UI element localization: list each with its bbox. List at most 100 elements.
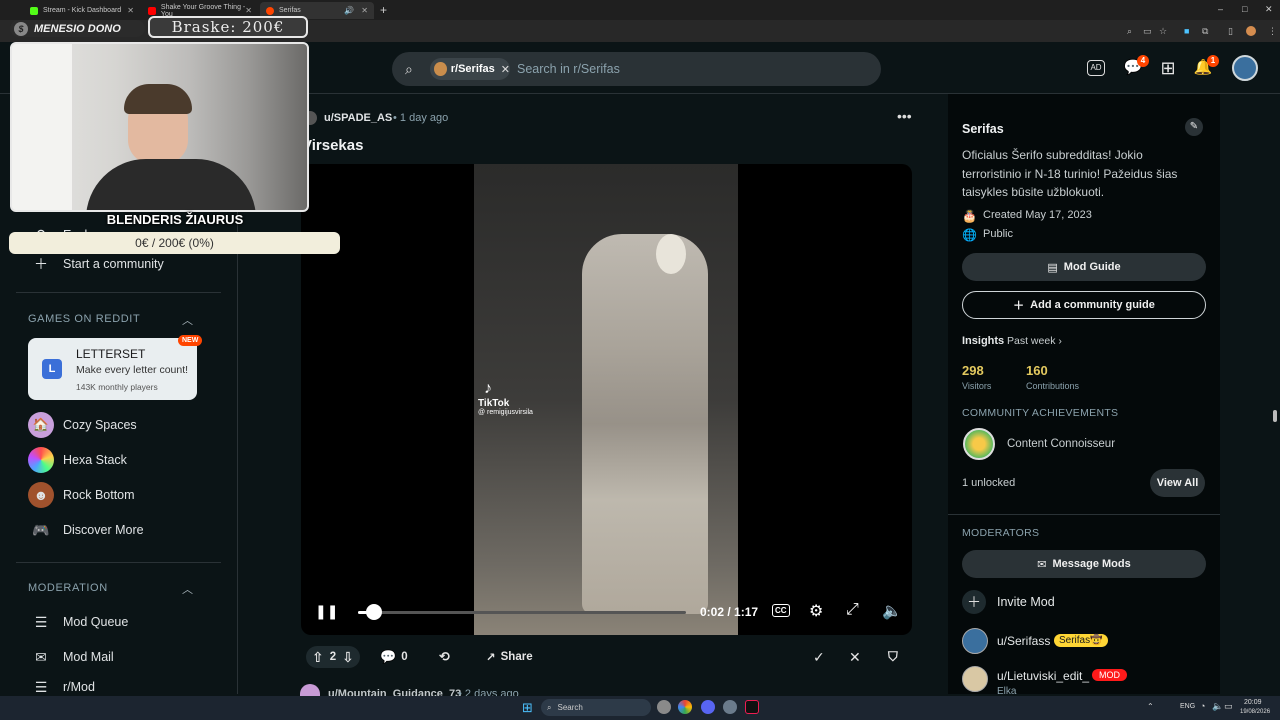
post-more-icon[interactable]: ••• <box>897 108 912 124</box>
obs-icon[interactable] <box>657 700 671 714</box>
invite-plus-icon: ＋ <box>962 590 986 614</box>
game-rock-bottom[interactable]: ☻ Rock Bottom <box>28 482 135 508</box>
wifi-icon[interactable]: ◔ <box>1200 701 1205 711</box>
pause-button[interactable]: ❚❚ <box>315 603 338 620</box>
nav-mod-queue[interactable]: ☰ Mod Queue <box>28 609 129 635</box>
clear-chip-icon[interactable]: ✕ <box>501 63 510 76</box>
advertise-icon[interactable]: AD <box>1087 60 1105 76</box>
vote-buttons: ⇧ 2 ⇩ <box>306 646 360 668</box>
nav-discover-more[interactable]: 🎮 Discover More <box>28 517 143 543</box>
message-mods-button[interactable]: ✉ Message Mods <box>962 550 1206 578</box>
visitors-label: Visitors <box>962 381 992 391</box>
new-tab-button[interactable]: + <box>380 3 387 17</box>
community-description: Oficialus Šerifo subredditas! Jokio terr… <box>962 148 1178 199</box>
volume-tray-icon[interactable]: 🔈 <box>1212 701 1223 712</box>
invite-mod-button[interactable]: Invite Mod <box>997 595 1055 609</box>
chrome-icon[interactable] <box>678 700 692 714</box>
game-card-letterset[interactable]: L LETTERSET NEW Make every letter count!… <box>28 335 203 400</box>
settings-gear-icon[interactable]: ⚙ <box>809 601 823 621</box>
clock-time[interactable]: 20:09 <box>1244 699 1262 706</box>
tiktok-watermark: ♪ TikTok @ remigijusvirsila <box>478 380 533 416</box>
extensions-puzzle-icon[interactable]: ⧉ <box>1202 26 1208 37</box>
nav-mod-mail[interactable]: ✉ Mod Mail <box>28 644 114 670</box>
battery-icon[interactable]: ▭ <box>1224 701 1233 712</box>
video-person-head <box>656 234 686 274</box>
comment-icon: 💬 <box>380 649 397 664</box>
remove-icon[interactable]: ✕ <box>849 646 861 668</box>
mod-avatar[interactable] <box>962 628 988 654</box>
approve-icon[interactable]: ✓ <box>813 646 825 668</box>
downvote-icon[interactable]: ⇩ <box>342 649 354 666</box>
created-date: Created May 17, 2023 <box>983 209 1092 221</box>
mod-username[interactable]: u/Lietuviski_edit_ <box>997 669 1089 683</box>
collapse-games-icon[interactable]: ︿ <box>182 312 193 328</box>
youtube-icon <box>148 6 156 15</box>
app-icon[interactable] <box>723 700 737 714</box>
mod-queue-icon: ☰ <box>34 613 48 630</box>
collapse-moderation-icon[interactable]: ︿ <box>182 581 193 597</box>
crosspost-icon[interactable]: ⟲ <box>439 646 450 668</box>
close-tab-icon[interactable]: ✕ <box>361 6 368 15</box>
minimize-button[interactable]: – <box>1218 4 1223 14</box>
clock-date[interactable]: 19/08/2026 <box>1240 709 1270 715</box>
game-hexa-stack[interactable]: Hexa Stack <box>28 447 127 473</box>
extension-icon[interactable]: ■ <box>1184 26 1189 36</box>
tiktok-icon: ♪ <box>484 380 492 397</box>
taskbar-search[interactable]: ⌕ Search <box>541 699 651 716</box>
tiktok-app-icon[interactable] <box>745 700 759 714</box>
profile-avatar[interactable] <box>1246 26 1256 36</box>
video-scrubber[interactable] <box>365 604 382 620</box>
insights-period[interactable]: Past week › <box>1007 335 1062 347</box>
discord-icon[interactable] <box>701 700 715 714</box>
close-tab-icon[interactable]: ✕ <box>245 6 252 15</box>
game-cozy-spaces[interactable]: 🏠 Cozy Spaces <box>28 412 137 438</box>
create-post-icon[interactable]: ⊞ <box>1158 58 1178 78</box>
volume-icon[interactable]: 🔈 <box>882 601 902 621</box>
browser-menu-icon[interactable]: ⋮ <box>1268 26 1277 37</box>
nav-start-community[interactable]: ＋ Start a community <box>28 251 164 277</box>
bookmark-star-icon[interactable]: ☆ <box>1159 26 1167 37</box>
close-tab-icon[interactable]: ✕ <box>127 6 134 15</box>
search-community-chip[interactable]: r/Serifas ✕ <box>430 58 510 80</box>
maximize-button[interactable]: □ <box>1242 4 1247 14</box>
mod-username[interactable]: u/Serifass <box>997 634 1050 648</box>
game-title: LETTERSET <box>76 347 146 361</box>
tab-kick-dashboard[interactable]: Stream - Kick Dashboard ✕ <box>24 2 140 19</box>
video-progress-track[interactable] <box>358 611 686 614</box>
speaker-icon[interactable]: 🔊 <box>344 6 354 15</box>
achievement-badge-icon <box>963 428 995 460</box>
nav-r-mod[interactable]: ☰ r/Mod <box>28 679 95 695</box>
moderators-heading: MODERATORS <box>962 527 1040 539</box>
sidebar-icon[interactable]: ▯ <box>1228 26 1233 37</box>
contributions-label: Contributions <box>1026 381 1080 391</box>
mod-guide-button[interactable]: ▤ Mod Guide <box>962 253 1206 281</box>
share-button[interactable]: ↗ Share <box>486 646 533 668</box>
user-avatar[interactable] <box>1232 55 1258 81</box>
view-all-button[interactable]: View All <box>1150 469 1205 497</box>
mod-shield-icon[interactable]: ⛉ <box>888 646 898 668</box>
achievements-heading: COMMUNITY ACHIEVEMENTS <box>962 407 1119 419</box>
close-window-button[interactable]: ✕ <box>1265 4 1273 15</box>
captions-icon[interactable]: CC <box>772 604 790 617</box>
windows-start-icon[interactable]: ⊞ <box>522 700 533 716</box>
zoom-icon[interactable]: ⌕ <box>1127 26 1132 37</box>
add-community-guide-button[interactable]: ＋ Add a community guide <box>962 291 1206 319</box>
next-post-author[interactable]: u/Mountain_Guidance_73 <box>328 688 461 696</box>
letterset-icon: L <box>42 359 62 379</box>
comments-button[interactable]: 💬 0 <box>380 646 408 668</box>
tray-chevron-icon[interactable]: ⌃ <box>1147 702 1154 711</box>
page-scrollbar[interactable] <box>1273 410 1277 422</box>
cast-icon[interactable]: ▭ <box>1143 26 1152 37</box>
upvote-icon[interactable]: ⇧ <box>312 649 324 666</box>
language-indicator[interactable]: ENG <box>1180 703 1195 710</box>
cozy-spaces-icon: 🏠 <box>28 412 54 438</box>
gamepad-icon: 🎮 <box>32 521 50 538</box>
donation-label: $ MENESIO DONO <box>10 20 145 37</box>
post-title[interactable]: Virsekas <box>302 137 363 154</box>
fullscreen-icon[interactable]: ⤢ <box>846 601 859 619</box>
post-author[interactable]: u/SPADE_AS <box>324 112 392 124</box>
mod-avatar[interactable] <box>962 666 988 692</box>
divider <box>16 562 221 563</box>
insights-label: Insights <box>962 335 1005 347</box>
edit-pencil-icon[interactable]: ✎ <box>1185 118 1203 136</box>
